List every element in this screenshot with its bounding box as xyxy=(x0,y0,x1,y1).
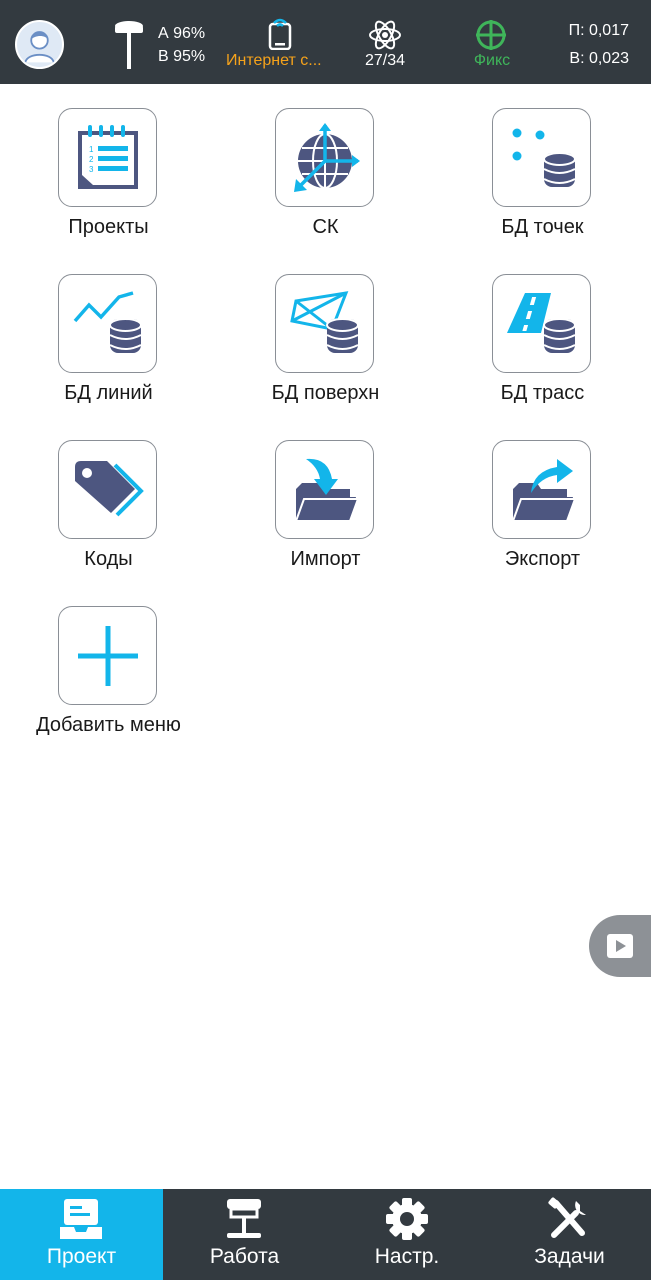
menu-item-projects[interactable]: 1 2 3 Проекты xyxy=(0,84,217,250)
satellites-atom-icon[interactable] xyxy=(368,18,402,52)
tools-icon xyxy=(548,1197,586,1238)
nav-label: Задачи xyxy=(534,1245,605,1268)
menu-item-label: Экспорт xyxy=(504,548,581,570)
menu-item-lines-db[interactable]: БД линий xyxy=(0,250,217,416)
user-avatar[interactable] xyxy=(15,20,64,69)
menu-item-label: БД поверхн xyxy=(271,382,380,404)
import-folder-icon xyxy=(294,458,360,522)
menu-item-points-db[interactable]: БД точек xyxy=(434,84,651,250)
menu-item-surfaces-db[interactable]: БД поверхн xyxy=(217,250,434,416)
battery-a-label: А 96% xyxy=(158,25,206,42)
menu-tile[interactable] xyxy=(492,274,591,373)
projects-icon: 1 2 3 xyxy=(78,125,138,189)
vertical-precision: В: 0,023 xyxy=(569,50,629,67)
menu-item-label: БД трасс xyxy=(500,382,585,404)
gnss-receiver-icon[interactable] xyxy=(112,18,146,70)
menu-tile[interactable] xyxy=(492,108,591,207)
coordinate-system-icon xyxy=(294,123,360,192)
menu-item-import[interactable]: Импорт xyxy=(217,416,434,582)
menu-item-add-menu[interactable]: Добавить меню xyxy=(0,582,217,748)
menu-tile[interactable] xyxy=(275,108,374,207)
lines-db-icon xyxy=(73,291,142,353)
menu-item-coordinate-system[interactable]: СК xyxy=(217,84,434,250)
satellites-count[interactable]: 27/34 xyxy=(344,52,426,70)
rover-icon xyxy=(227,1199,261,1238)
menu-tile[interactable] xyxy=(58,606,157,705)
menu-tile[interactable] xyxy=(58,440,157,539)
nav-tab-settings[interactable]: Настр. xyxy=(326,1189,488,1280)
internet-status-label[interactable]: Интернет с... xyxy=(226,52,334,70)
points-db-icon xyxy=(512,128,576,187)
menu-item-codes[interactable]: Коды xyxy=(0,416,217,582)
bottom-navigation: Проект Работа Настр. Задачи xyxy=(0,1189,651,1280)
horizontal-precision: П: 0,017 xyxy=(568,22,629,39)
menu-item-label: Коды xyxy=(84,548,133,570)
status-bar: А 96% В 95% Интернет с... 27/34 Фикс П: … xyxy=(0,0,651,84)
fix-crosshair-icon[interactable] xyxy=(474,18,508,52)
nav-label: Настр. xyxy=(374,1245,440,1268)
svg-text:2: 2 xyxy=(89,155,94,164)
surfaces-db-icon xyxy=(290,291,359,353)
menu-item-export[interactable]: Экспорт xyxy=(434,416,651,582)
menu-tile[interactable]: 1 2 3 xyxy=(58,108,157,207)
project-tray-icon xyxy=(60,1199,102,1239)
menu-item-label: Добавить меню xyxy=(36,714,181,736)
menu-item-label: Проекты xyxy=(68,216,149,238)
play-icon xyxy=(607,934,633,958)
nav-tab-work[interactable]: Работа xyxy=(163,1189,326,1280)
menu-tile[interactable] xyxy=(492,440,591,539)
export-folder-icon xyxy=(511,459,577,522)
menu-item-label: Импорт xyxy=(290,548,361,570)
menu-item-label: СК xyxy=(312,216,339,238)
roads-db-icon xyxy=(507,293,576,353)
user-icon xyxy=(24,31,55,63)
menu-tile[interactable] xyxy=(275,440,374,539)
codes-tag-icon xyxy=(75,461,144,517)
nav-label: Работа xyxy=(209,1245,280,1268)
plus-icon xyxy=(78,626,138,686)
nav-tab-tasks[interactable]: Задачи xyxy=(488,1189,651,1280)
battery-b-label: В 95% xyxy=(158,48,206,65)
svg-text:1: 1 xyxy=(89,145,94,154)
menu-tile[interactable] xyxy=(58,274,157,373)
floating-play-button[interactable] xyxy=(589,915,651,977)
menu-tile[interactable] xyxy=(275,274,374,373)
menu-item-label: БД линий xyxy=(64,382,153,404)
internet-connection-icon[interactable] xyxy=(266,16,294,50)
menu-item-roads-db[interactable]: БД трасс xyxy=(434,250,651,416)
solution-status-label[interactable]: Фикс xyxy=(452,52,532,70)
nav-label: Проект xyxy=(46,1245,117,1268)
svg-text:3: 3 xyxy=(89,165,94,174)
gear-icon xyxy=(386,1198,428,1240)
nav-tab-project[interactable]: Проект xyxy=(0,1189,163,1280)
menu-item-label: БД точек xyxy=(501,216,584,238)
